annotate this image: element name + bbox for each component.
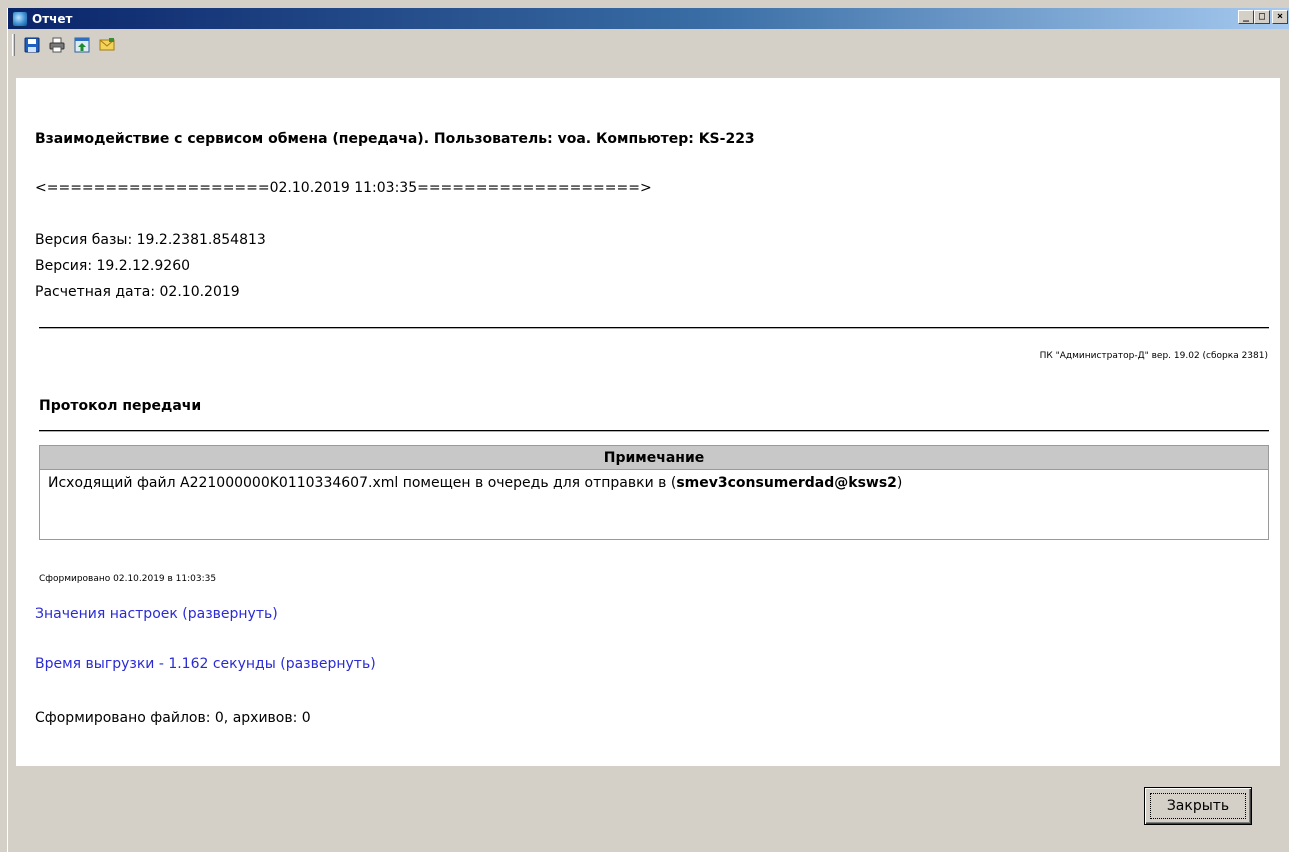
divider-line: [39, 430, 1269, 432]
app-icon: [12, 10, 28, 27]
settings-expand-link[interactable]: Значения настроек (развернуть): [35, 606, 278, 622]
maximize-button[interactable]: □: [1254, 10, 1270, 24]
send-button[interactable]: [96, 34, 118, 56]
calc-date-text: Расчетная дата: 02.10.2019: [35, 284, 240, 300]
timestamp-separator: <===================02.10.2019 11:03:35=…: [35, 180, 652, 196]
export-button[interactable]: [71, 34, 93, 56]
product-info: ПК "Администратор-Д" вер. 19.02 (сборка …: [1039, 351, 1268, 361]
report-content: Взаимодействие с сервисом обмена (переда…: [16, 78, 1280, 766]
row-text-end: ): [896, 475, 903, 491]
minimize-button[interactable]: _: [1238, 10, 1254, 24]
print-button[interactable]: [46, 34, 68, 56]
protocol-heading: Протокол передачи: [39, 398, 202, 414]
divider-line: [39, 327, 1269, 329]
recipient-address: smev3consumerdad@ksws2: [676, 475, 897, 491]
toolbar: [8, 30, 1289, 60]
report-title: Взаимодействие с сервисом обмена (переда…: [35, 131, 755, 147]
close-button[interactable]: Закрыть: [1144, 787, 1252, 825]
generated-at-text: Сформировано 02.10.2019 в 11:03:35: [39, 574, 217, 584]
upload-time-expand-link[interactable]: Время выгрузки - 1.162 секунды (разверну…: [35, 656, 376, 672]
export-icon: [74, 37, 90, 53]
close-window-button[interactable]: ×: [1272, 10, 1288, 24]
files-summary-text: Сформировано файлов: 0, архивов: 0: [35, 710, 311, 726]
row-text: Исходящий файл A221000000K0110334607.xml…: [48, 475, 677, 491]
window-title: Отчет: [32, 11, 73, 26]
base-version-text: Версия базы: 19.2.2381.854813: [35, 232, 266, 248]
printer-icon: [49, 37, 65, 53]
mail-envelope-icon: [99, 38, 115, 51]
floppy-disk-icon: [24, 37, 40, 53]
save-button[interactable]: [21, 34, 43, 56]
app-version-text: Версия: 19.2.12.9260: [35, 258, 191, 274]
table-row: Исходящий файл A221000000K0110334607.xml…: [40, 470, 1268, 496]
table-header-note: Примечание: [40, 446, 1268, 470]
window-controls: _ □ ×: [1238, 10, 1288, 24]
title-bar[interactable]: Отчет _ □ ×: [8, 8, 1289, 29]
notes-table: Примечание Исходящий файл A221000000K011…: [39, 445, 1269, 540]
toolbar-grip: [12, 34, 15, 56]
